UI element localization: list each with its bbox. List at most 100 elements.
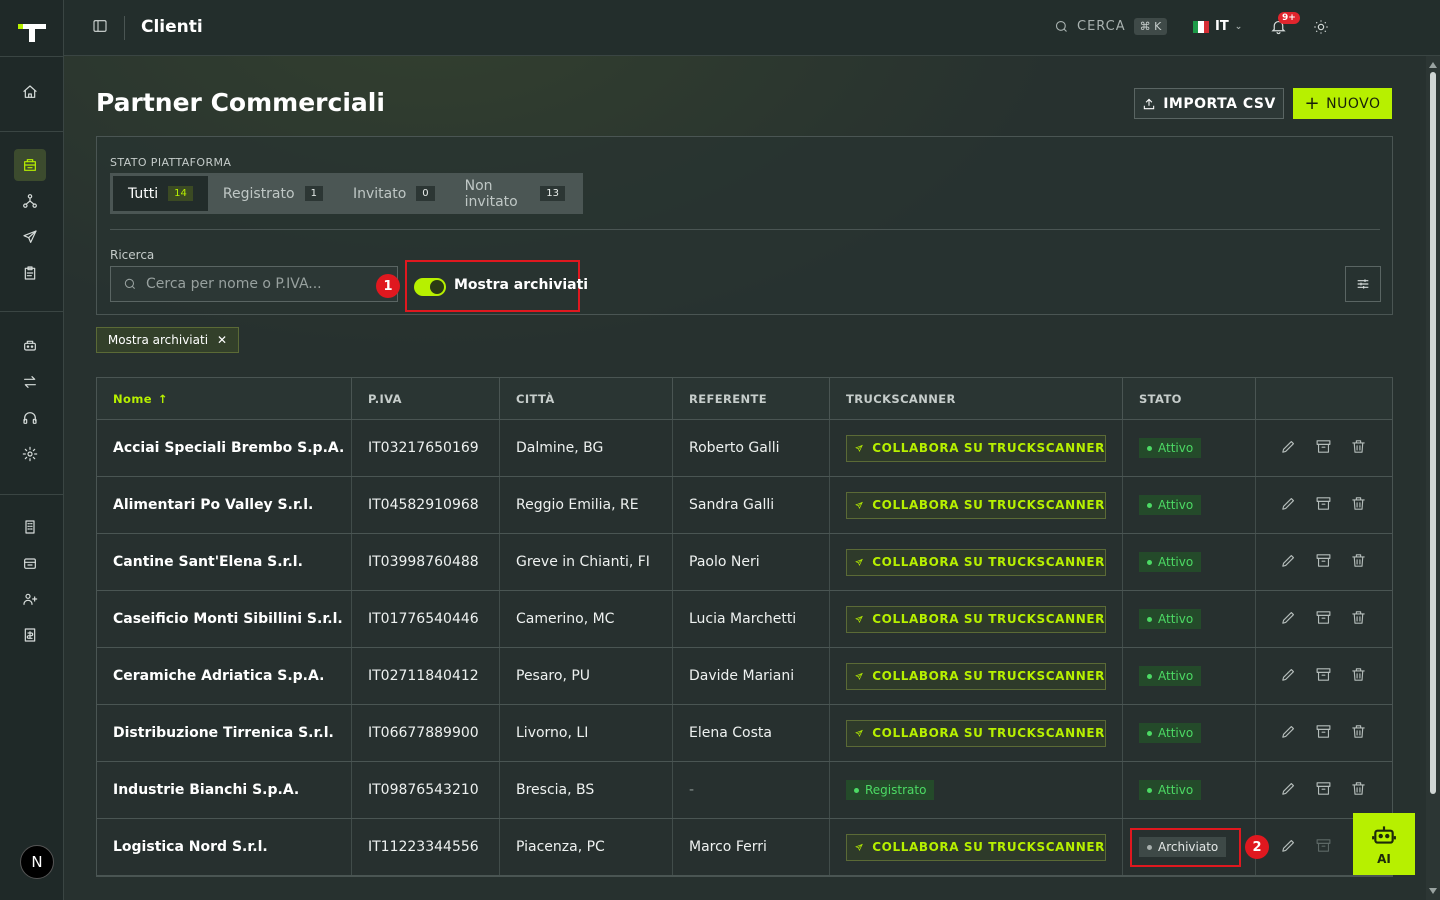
status-badge: Attivo — [1139, 552, 1202, 572]
client-search-input[interactable]: Cerca per nome o P.IVA... — [110, 266, 398, 302]
archive-icon[interactable] — [1315, 495, 1332, 516]
trash-icon[interactable] — [1350, 723, 1367, 744]
col-header-piva[interactable]: P.IVA — [352, 378, 500, 419]
collab-truckscanner-button[interactable]: COLLABORA SU TRUCKSCANNER — [846, 491, 1106, 519]
table-row[interactable]: Ceramiche Adriatica S.p.A. IT02711840412 P… — [97, 648, 1392, 705]
table-row[interactable]: Caseificio Monti Sibillini S.r.l. IT01776… — [97, 591, 1392, 648]
edit-icon[interactable] — [1280, 495, 1297, 516]
edit-icon[interactable] — [1280, 438, 1297, 459]
app-logo[interactable] — [18, 20, 46, 44]
client-name[interactable]: Caseificio Monti Sibillini S.r.l. — [97, 591, 352, 647]
client-name[interactable]: Alimentari Po Valley S.r.l. — [97, 477, 352, 533]
scroll-thumb[interactable] — [1430, 72, 1436, 794]
trash-icon[interactable] — [1350, 495, 1367, 516]
home-icon[interactable] — [18, 80, 42, 104]
archive-icon[interactable] — [1315, 780, 1332, 801]
table-row[interactable]: Acciai Speciali Brembo S.p.A. IT032176501… — [97, 420, 1392, 477]
client-name[interactable]: Industrie Bianchi S.p.A. — [97, 762, 352, 818]
col-header-referente[interactable]: REFERENTE — [673, 378, 830, 419]
client-city: Piacenza, PC — [500, 819, 673, 875]
archive-icon[interactable] — [18, 551, 42, 575]
collab-truckscanner-button[interactable]: COLLABORA SU TRUCKSCANNER — [846, 548, 1106, 576]
trash-icon[interactable] — [1350, 609, 1367, 630]
row-actions — [1256, 420, 1392, 476]
col-header-citta[interactable]: CITTÀ — [500, 378, 673, 419]
trash-icon[interactable] — [1350, 438, 1367, 459]
client-name[interactable]: Distribuzione Tirrenica S.r.l. — [97, 705, 352, 761]
edit-icon[interactable] — [1280, 552, 1297, 573]
segment-registrato[interactable]: Registrato 1 — [208, 176, 338, 211]
archive-icon[interactable] — [1315, 609, 1332, 630]
col-header-truckscanner[interactable]: TRUCKSCANNER — [830, 378, 1123, 419]
trash-icon[interactable] — [1350, 552, 1367, 573]
scrollbar[interactable] — [1426, 56, 1440, 900]
building-icon[interactable] — [18, 515, 42, 539]
transfer-icon[interactable] — [18, 370, 42, 394]
edit-icon[interactable] — [1280, 837, 1297, 858]
segment-count: 13 — [540, 186, 565, 201]
send-icon — [855, 501, 863, 509]
archive-icon[interactable] — [1315, 552, 1332, 573]
sort-up-arrow-icon: ↑ — [157, 391, 168, 406]
status-cell: Attivo — [1123, 705, 1256, 761]
global-search-button[interactable]: CERCA ⌘ K — [1054, 18, 1168, 35]
theme-toggle-sun-icon[interactable] — [1313, 19, 1331, 37]
client-name[interactable]: Cantine Sant'Elena S.r.l. — [97, 534, 352, 590]
invoice-icon[interactable] — [18, 623, 42, 647]
active-filter-chip[interactable]: Mostra archiviati ✕ — [96, 327, 239, 353]
edit-icon[interactable] — [1280, 666, 1297, 687]
segment-tutti[interactable]: Tutti 14 — [113, 176, 208, 211]
archive-icon[interactable] — [1315, 666, 1332, 687]
network-icon[interactable] — [18, 189, 42, 213]
platform-status-label: STATO PIATTAFORMA — [110, 156, 232, 169]
archive-icon[interactable] — [1315, 723, 1332, 744]
show-archived-toggle[interactable] — [414, 278, 446, 296]
truck-icon[interactable] — [18, 334, 42, 358]
new-client-button[interactable]: + NUOVO — [1293, 88, 1392, 119]
scroll-down-arrow[interactable] — [1429, 888, 1437, 894]
table-row[interactable]: Industrie Bianchi S.p.A. IT09876543210 Bre… — [97, 762, 1392, 819]
user-avatar[interactable]: N — [20, 845, 54, 879]
edit-icon[interactable] — [1280, 609, 1297, 630]
segment-non-invitato[interactable]: Non invitato 13 — [450, 176, 580, 211]
clipboard-icon[interactable] — [18, 261, 42, 285]
headset-icon[interactable] — [18, 406, 42, 430]
table-row[interactable]: Distribuzione Tirrenica S.r.l. IT06677889… — [97, 705, 1392, 762]
ai-assistant-button[interactable]: AI — [1353, 813, 1415, 875]
language-selector[interactable]: IT ⌄ — [1193, 19, 1242, 34]
sidebar-toggle-icon[interactable] — [92, 18, 112, 38]
send-icon[interactable] — [18, 225, 42, 249]
settings-icon[interactable] — [18, 442, 42, 466]
client-referent: Elena Costa — [673, 705, 830, 761]
archive-icon[interactable] — [1315, 438, 1332, 459]
page-title: Partner Commerciali — [96, 88, 385, 117]
collab-label: COLLABORA SU TRUCKSCANNER — [872, 441, 1105, 455]
client-name[interactable]: Acciai Speciali Brembo S.p.A. — [97, 420, 352, 476]
table-row[interactable]: Alimentari Po Valley S.r.l. IT04582910968… — [97, 477, 1392, 534]
scroll-up-arrow[interactable] — [1429, 62, 1437, 68]
client-name[interactable]: Logistica Nord S.r.l. — [97, 819, 352, 875]
trash-icon[interactable] — [1350, 666, 1367, 687]
col-header-nome[interactable]: Nome ↑ — [97, 378, 352, 419]
edit-icon[interactable] — [1280, 780, 1297, 801]
table-row[interactable]: Cantine Sant'Elena S.r.l. IT03998760488 Gr… — [97, 534, 1392, 591]
users-icon[interactable] — [18, 587, 42, 611]
edit-icon[interactable] — [1280, 723, 1297, 744]
collab-truckscanner-button[interactable]: COLLABORA SU TRUCKSCANNER — [846, 662, 1106, 690]
collab-truckscanner-button[interactable]: COLLABORA SU TRUCKSCANNER — [846, 434, 1106, 462]
collab-truckscanner-button[interactable]: COLLABORA SU TRUCKSCANNER — [846, 605, 1106, 633]
client-piva: IT02711840412 — [352, 648, 500, 704]
client-name[interactable]: Ceramiche Adriatica S.p.A. — [97, 648, 352, 704]
col-header-stato[interactable]: STATO — [1123, 378, 1256, 419]
send-icon — [855, 615, 863, 623]
trash-icon[interactable] — [1350, 780, 1367, 801]
collab-truckscanner-button[interactable]: COLLABORA SU TRUCKSCANNER — [846, 833, 1106, 861]
segment-invitato[interactable]: Invitato 0 — [338, 176, 450, 211]
segment-count: 1 — [304, 186, 323, 201]
upload-icon — [1144, 98, 1155, 109]
advanced-filters-button[interactable] — [1345, 266, 1381, 302]
collab-truckscanner-button[interactable]: COLLABORA SU TRUCKSCANNER — [846, 719, 1106, 747]
import-csv-button[interactable]: IMPORTA CSV — [1134, 88, 1284, 119]
clients-icon[interactable] — [14, 149, 46, 181]
close-icon[interactable]: ✕ — [217, 333, 227, 347]
